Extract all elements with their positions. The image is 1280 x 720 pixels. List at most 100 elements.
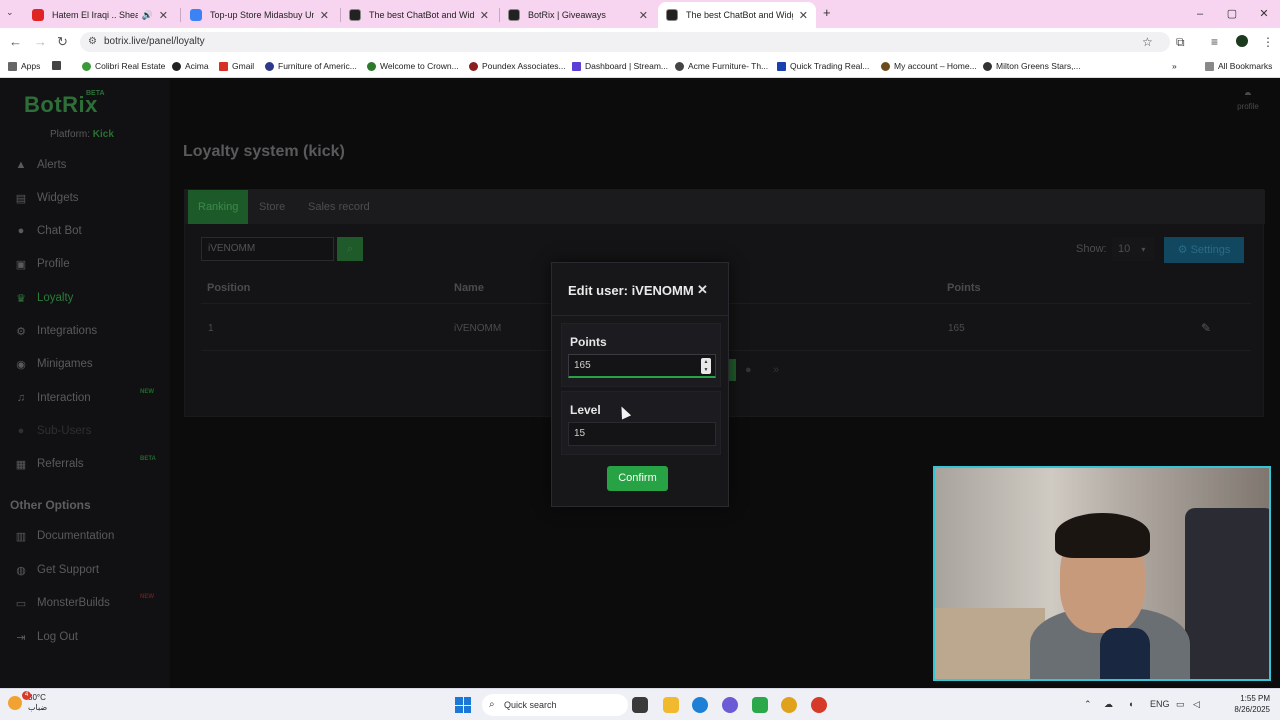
- chrome-profile-icon[interactable]: [811, 697, 827, 713]
- pagination-last[interactable]: »: [773, 364, 779, 376]
- close-tab-icon[interactable]: ✕: [480, 9, 489, 22]
- bookmark-dashboard[interactable]: Dashboard | Stream...: [572, 61, 668, 71]
- clock-date: 8/26/2025: [1234, 705, 1270, 714]
- music-icon: ♫: [16, 392, 26, 404]
- browser-tab-4[interactable]: BotRix | Giveaways ✕: [500, 2, 656, 28]
- number-spinner-icon[interactable]: ▲ ▼: [701, 358, 711, 374]
- close-tab-icon[interactable]: ✕: [639, 9, 648, 22]
- all-bookmarks[interactable]: All Bookmarks: [1205, 61, 1272, 71]
- bookmarks-overflow-icon[interactable]: »: [1172, 61, 1177, 71]
- bookmark-my-account[interactable]: My account – Home...: [881, 61, 977, 71]
- close-icon[interactable]: ✕: [697, 282, 708, 298]
- show-count-select[interactable]: 10 ▾: [1112, 237, 1154, 261]
- close-window-button[interactable]: ✕: [1248, 0, 1280, 28]
- sidebar-item-alerts[interactable]: ▲ Alerts: [14, 156, 67, 174]
- gmail-icon: [219, 61, 228, 71]
- column-header-position[interactable]: Position: [207, 282, 250, 294]
- bookmark-crown[interactable]: Welcome to Crown...: [367, 61, 459, 71]
- sidebar-item-minigames[interactable]: ◉ Minigames: [14, 355, 92, 373]
- column-header-points[interactable]: Points: [947, 282, 981, 294]
- task-view-icon[interactable]: [632, 697, 648, 713]
- column-header-name[interactable]: Name: [454, 282, 484, 294]
- sidebar-item-integrations[interactable]: ⚙ Integrations: [14, 322, 97, 340]
- file-explorer-icon[interactable]: [663, 697, 679, 713]
- extensions-icon[interactable]: ⧉: [1176, 35, 1185, 50]
- bookmark-gmail[interactable]: Gmail: [219, 61, 254, 71]
- chrome-icon[interactable]: [781, 697, 797, 713]
- bookmark-quick-trading[interactable]: Quick Trading Real...: [777, 61, 869, 71]
- language-indicator[interactable]: ENG: [1150, 699, 1170, 709]
- alert-icon: ▲: [15, 159, 27, 171]
- app-icon[interactable]: [752, 697, 768, 713]
- sidebar-item-log-out[interactable]: ⇥ Log Out: [14, 628, 78, 646]
- profile-avatar-icon[interactable]: [1236, 35, 1248, 47]
- settings-button[interactable]: ⚙ Settings: [1164, 237, 1244, 263]
- weather-widget[interactable]: 30°C ضباب 4: [8, 691, 47, 713]
- bookmark-milton[interactable]: Milton Greens Stars,...: [983, 61, 1081, 71]
- sidebar-item-interaction[interactable]: ♫ Interaction: [14, 389, 91, 407]
- level-input[interactable]: 15: [568, 422, 716, 446]
- taskbar-search[interactable]: ⌕ Quick search: [482, 694, 628, 716]
- sidebar-item-monsterbuilds[interactable]: ▭ MonsterBuilds: [14, 594, 110, 612]
- sidebar-item-chat-bot[interactable]: ● Chat Bot: [14, 222, 82, 240]
- back-icon[interactable]: ←: [9, 34, 22, 49]
- browser-tab-1[interactable]: Hatem El Iraqi .. Shealoma 🔊 ✕: [24, 2, 176, 28]
- tab-ranking[interactable]: Ranking: [188, 190, 249, 224]
- new-tab-button[interactable]: +: [823, 5, 831, 20]
- bookmark-colibri[interactable]: Colibri Real Estate: [82, 61, 165, 71]
- bookmark-label: Furniture of Americ...: [278, 61, 357, 71]
- browser-tab-3[interactable]: The best ChatBot and Widgets ✕: [341, 2, 497, 28]
- pagination-dot[interactable]: ●: [745, 364, 752, 376]
- media-icon[interactable]: ≡: [1211, 35, 1218, 49]
- onedrive-icon[interactable]: ☁: [1104, 699, 1113, 710]
- tray-overflow-icon[interactable]: ⌃: [1084, 699, 1092, 710]
- browser-tab-5[interactable]: The best ChatBot and Widgets ✕: [658, 2, 816, 28]
- volume-icon[interactable]: ◁: [1193, 699, 1200, 710]
- bookmark-acima[interactable]: Acima: [172, 61, 209, 71]
- maximize-button[interactable]: ▢: [1216, 0, 1248, 28]
- sidebar-item-sub-users[interactable]: ● Sub-Users: [14, 422, 92, 440]
- bookmark-apps[interactable]: Apps: [8, 61, 40, 71]
- close-tab-icon[interactable]: ✕: [799, 9, 808, 22]
- sidebar-item-documentation[interactable]: ▥ Documentation: [14, 527, 115, 545]
- acme-icon: [675, 61, 684, 71]
- edit-pencil-icon[interactable]: ✎: [1201, 321, 1211, 335]
- tab-search-icon[interactable]: ⌄: [6, 7, 14, 18]
- tab-sales-record[interactable]: Sales record: [298, 190, 380, 224]
- points-input[interactable]: 165 ▲ ▼: [568, 354, 716, 378]
- address-bar[interactable]: ⚙ botrix.live/panel/loyalty: [80, 32, 1170, 52]
- search-button[interactable]: ⌕: [337, 237, 363, 261]
- pagination-active-page[interactable]: [728, 359, 736, 381]
- sidebar-item-referrals[interactable]: ▦ Referrals: [14, 455, 84, 473]
- sidebar-item-label: Log Out: [37, 631, 78, 643]
- start-button[interactable]: [455, 697, 471, 713]
- close-tab-icon[interactable]: ✕: [320, 9, 329, 22]
- bookmark-star-icon[interactable]: ☆: [1142, 35, 1153, 49]
- network-icon[interactable]: ▭: [1176, 699, 1185, 710]
- bookmark-poundex[interactable]: Poundex Associates...: [469, 61, 566, 71]
- bookmark-label: Acima: [185, 61, 209, 71]
- menu-icon[interactable]: ⋮: [1262, 35, 1274, 49]
- reload-icon[interactable]: ↻: [57, 34, 68, 50]
- discord-icon[interactable]: [722, 697, 738, 713]
- sidebar-item-loyalty[interactable]: ♛ Loyalty: [14, 289, 73, 307]
- speaker-icon[interactable]: 🔊: [142, 10, 153, 21]
- bookmark-furniture[interactable]: Furniture of Americ...: [265, 61, 357, 71]
- mic-icon[interactable]: ◖: [1128, 699, 1133, 709]
- site-info-icon[interactable]: ⚙: [88, 32, 97, 52]
- bookmark-label: My account – Home...: [894, 61, 977, 71]
- sidebar-item-profile[interactable]: ▣ Profile: [14, 255, 70, 273]
- bookmark-grid[interactable]: [52, 61, 65, 70]
- sidebar-item-widgets[interactable]: ▤ Widgets: [14, 189, 79, 207]
- close-tab-icon[interactable]: ✕: [159, 9, 168, 22]
- confirm-button[interactable]: Confirm: [607, 466, 668, 491]
- bookmark-acme[interactable]: Acme Furniture- Th...: [675, 61, 768, 71]
- forward-icon[interactable]: →: [34, 34, 47, 49]
- sidebar-item-get-support[interactable]: ◍ Get Support: [14, 561, 99, 579]
- tab-store[interactable]: Store: [249, 190, 295, 224]
- browser-tab-2[interactable]: Top-up Store Midasbuy United ✕: [182, 2, 337, 28]
- edge-icon[interactable]: [692, 697, 708, 713]
- minimize-button[interactable]: –: [1184, 0, 1216, 28]
- search-input[interactable]: iVENOMM: [201, 237, 334, 261]
- profile-menu[interactable]: ◓ profile: [1228, 86, 1268, 116]
